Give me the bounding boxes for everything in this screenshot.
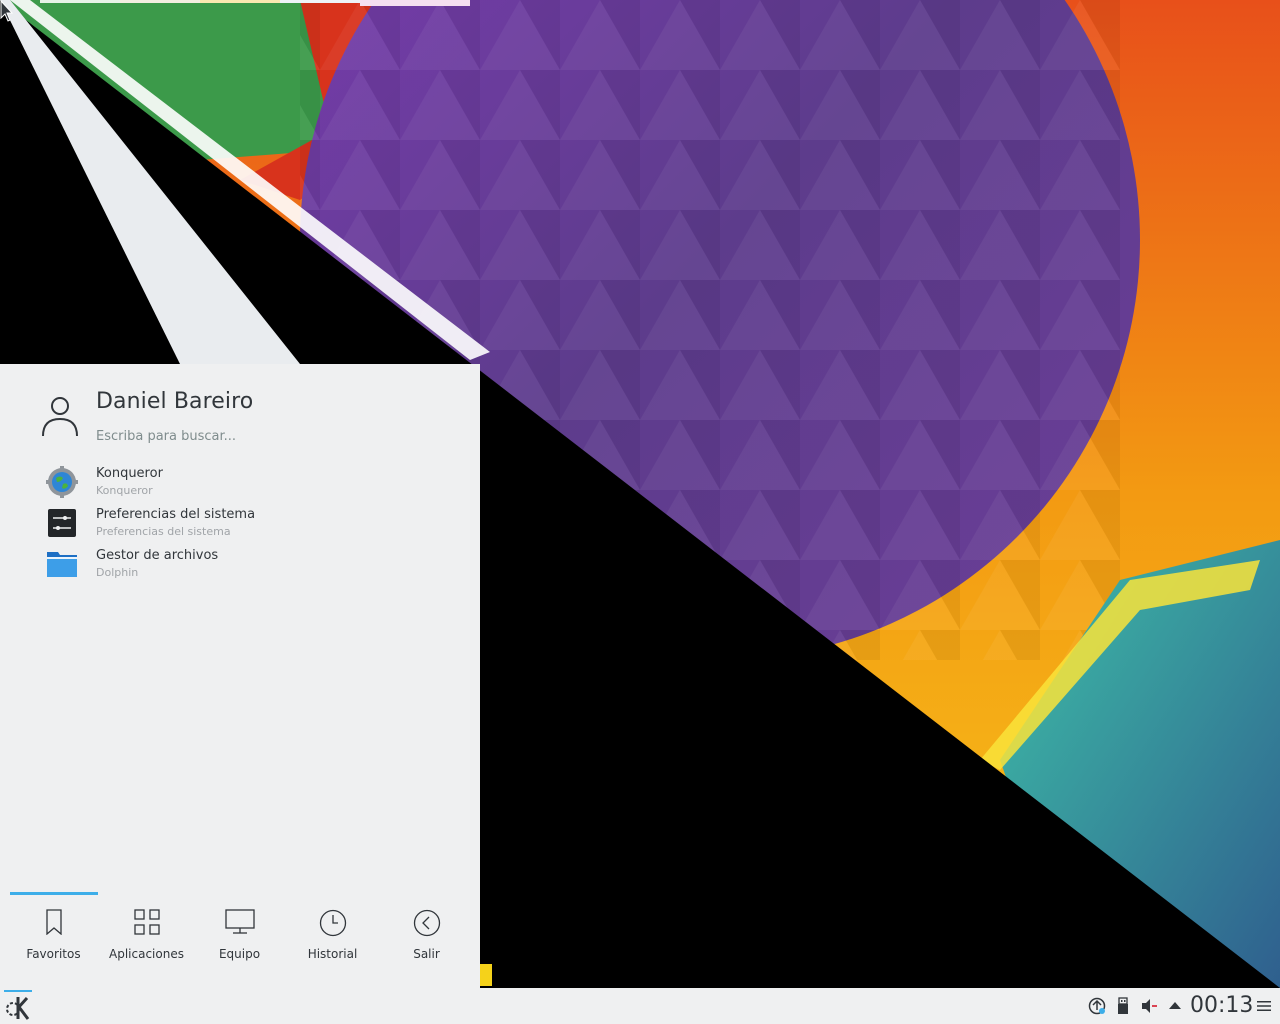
tab-computer[interactable]: Equipo	[193, 899, 286, 969]
volume-muted-icon[interactable]	[1140, 997, 1158, 1015]
mouse-cursor-icon	[0, 0, 14, 22]
user-avatar-icon[interactable]	[40, 394, 80, 438]
clock-icon	[319, 909, 346, 937]
launcher-tabbar: Favoritos Aplicaciones Equipo Historial …	[0, 899, 480, 969]
active-tab-indicator	[10, 892, 98, 895]
expand-arrow-icon[interactable]	[1166, 997, 1184, 1015]
favorite-name: Gestor de archivos	[96, 548, 219, 563]
globe-gear-icon	[46, 466, 78, 498]
tab-label: Aplicaciones	[109, 947, 184, 961]
tab-label: Favoritos	[26, 947, 81, 961]
application-launcher: Daniel Bareiro Konqueror Konqueror	[0, 364, 480, 988]
taskbar-panel: 00:13	[0, 988, 1280, 1024]
kde-logo-icon	[6, 996, 30, 1020]
favorite-description: Dolphin	[96, 566, 139, 579]
computer-icon	[224, 909, 255, 934]
favorite-file-manager[interactable]: Gestor de archivos Dolphin	[0, 542, 480, 583]
favorites-list: Konqueror Konqueror Preferencias del sis…	[0, 460, 480, 583]
updates-icon[interactable]	[1088, 997, 1106, 1015]
favorite-name: Konqueror	[96, 466, 163, 481]
tab-applications[interactable]: Aplicaciones	[100, 899, 193, 969]
search-input[interactable]	[96, 426, 456, 446]
tab-leave[interactable]: Salir	[380, 899, 473, 969]
user-name: Daniel Bareiro	[96, 389, 254, 414]
favorite-description: Konqueror	[96, 484, 153, 497]
digital-clock[interactable]: 00:13	[1190, 993, 1253, 1018]
favorite-system-settings[interactable]: Preferencias del sistema Preferencias de…	[0, 501, 480, 542]
tab-label: Equipo	[218, 947, 261, 961]
launcher-header: Daniel Bareiro	[0, 364, 480, 454]
panel-menu-icon[interactable]	[1255, 997, 1273, 1015]
tab-favorites[interactable]: Favoritos	[7, 899, 100, 969]
grid-icon	[133, 909, 160, 935]
bookmark-icon	[45, 909, 62, 935]
usb-device-icon[interactable]	[1114, 997, 1132, 1015]
system-settings-icon	[48, 509, 76, 537]
launcher-active-indicator	[4, 990, 32, 992]
tab-history[interactable]: Historial	[286, 899, 379, 969]
favorite-name: Preferencias del sistema	[96, 507, 256, 522]
back-circle-icon	[413, 909, 440, 937]
folder-icon	[47, 552, 77, 577]
application-launcher-button[interactable]	[4, 990, 32, 1022]
favorite-konqueror[interactable]: Konqueror Konqueror	[0, 460, 480, 501]
tab-label: Historial	[307, 947, 358, 961]
tab-label: Salir	[413, 947, 440, 961]
favorite-description: Preferencias del sistema	[96, 525, 231, 538]
